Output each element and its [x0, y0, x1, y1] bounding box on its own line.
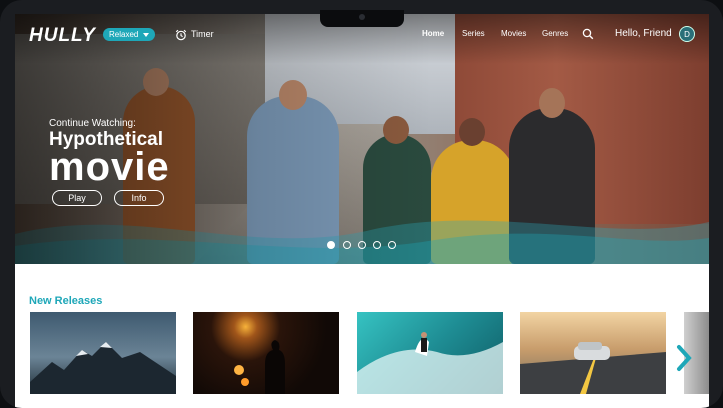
info-button[interactable]: Info: [114, 190, 164, 206]
alarm-clock-icon: [175, 29, 187, 40]
nav-link-movies[interactable]: Movies: [501, 29, 526, 38]
release-card-2[interactable]: [193, 312, 339, 394]
device-frame: HULLY Relaxed Timer Home Series Movies G…: [0, 0, 723, 408]
app-screen: HULLY Relaxed Timer Home Series Movies G…: [15, 14, 709, 408]
play-button[interactable]: Play: [52, 190, 102, 206]
chevron-down-icon: [143, 32, 150, 37]
carousel-dot-3[interactable]: [358, 241, 366, 249]
carousel-dot-4[interactable]: [373, 241, 381, 249]
chevron-right-icon[interactable]: [675, 344, 693, 372]
nav-link-genres[interactable]: Genres: [542, 29, 568, 38]
car-road-thumbnail: [520, 342, 666, 394]
search-button[interactable]: [582, 27, 594, 45]
mountain-thumbnail: [30, 342, 176, 394]
hero-title-line2: movie: [49, 145, 170, 189]
release-card-3[interactable]: [357, 312, 503, 394]
release-card-4[interactable]: [520, 312, 666, 394]
section-title-new-releases: New Releases: [29, 295, 103, 307]
user-greeting: Hello, Friend: [615, 28, 672, 39]
carousel-dot-5[interactable]: [388, 241, 396, 249]
app-logo[interactable]: HULLY: [29, 25, 96, 47]
nav-link-home[interactable]: Home: [422, 29, 444, 38]
carousel-dot-1[interactable]: [327, 241, 335, 249]
carousel-dot-2[interactable]: [343, 241, 351, 249]
mood-dropdown[interactable]: Relaxed: [103, 28, 156, 41]
release-card-1[interactable]: [30, 312, 176, 394]
silhouette-lights-thumbnail: [234, 340, 285, 394]
avatar[interactable]: D: [679, 26, 695, 42]
mood-label: Relaxed: [109, 30, 139, 39]
camera-notch: [320, 10, 404, 27]
surfer-wave-thumbnail: [357, 332, 503, 394]
continue-watching-label: Continue Watching:: [49, 118, 136, 129]
timer-button[interactable]: Timer: [175, 27, 214, 41]
nav-link-series[interactable]: Series: [462, 29, 485, 38]
camera-icon: [359, 14, 365, 20]
search-icon: [582, 28, 594, 40]
timer-label: Timer: [191, 29, 214, 39]
